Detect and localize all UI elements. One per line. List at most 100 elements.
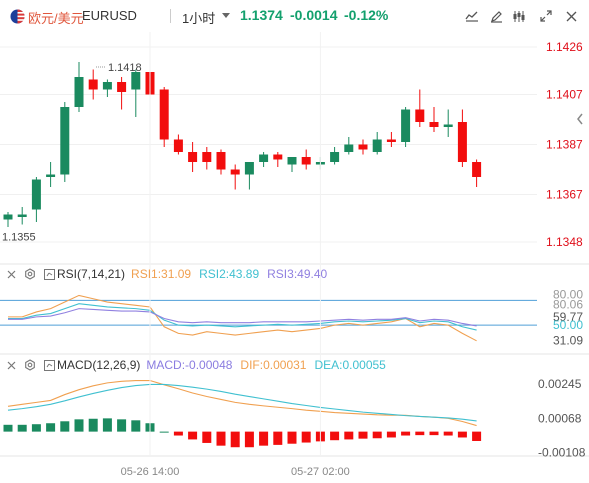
settings-icon[interactable] [23,267,37,281]
price-axis-label: 1.1407 [546,88,583,102]
macd-value: MACD:-0.00048 [146,358,233,372]
macd-histogram-bar [273,431,283,445]
rsi-line [8,303,477,331]
price-axis-label: 1.1367 [546,188,583,202]
rsi3-value: RSI3:49.40 [267,267,328,281]
macd-histogram-bar [102,418,112,432]
candle-body [344,144,354,152]
macd-histogram-bar [287,431,297,444]
macd-histogram-bar [259,431,269,446]
candle-body [372,139,382,152]
chart-toolbar: 欧元/美元 EURUSD 1小时 1.1374 -0.0014 -0.12% [0,0,589,32]
macd-histogram-bar [117,419,127,432]
candle-body [188,152,198,162]
macd-histogram-bar [3,424,13,432]
macd-histogram-bar [202,431,212,443]
macd-histogram-bar [301,431,311,443]
macd-histogram-bar [401,431,411,436]
rsi2-value: RSI2:43.89 [199,267,260,281]
pair-name-cn[interactable]: 欧元/美元 [28,8,84,27]
candle-body [202,152,212,162]
macd-histogram-bar [216,431,226,446]
candle-style-icon[interactable] [509,7,529,25]
macd-label: MACD(12,26,9) [57,358,141,372]
price-change-pct: -0.12% [344,7,389,23]
draw-tool-icon[interactable] [462,7,482,25]
low-price-label: 1.1355 [2,232,36,244]
candle-body [301,157,311,165]
settings-icon[interactable] [23,358,37,372]
rsi-header: RSI(7,14,21) RSI1:31.09 RSI2:43.89 RSI3:… [4,267,335,281]
symbol-code[interactable]: EURUSD [82,8,137,23]
rsi-axis-label: 31.09 [553,334,583,348]
price-axis-label: 1.1348 [546,235,583,249]
macd-histogram-bar [244,431,254,448]
close-icon[interactable] [4,358,18,372]
indicator-box-icon[interactable] [42,358,56,372]
candle-body [330,152,340,162]
candle-body [17,214,27,217]
macd-histogram-bar [344,431,354,440]
macd-histogram-bar [330,431,340,441]
dif-value: DIF:0.00031 [240,358,307,372]
chevron-down-icon[interactable] [222,13,230,18]
candle-body [102,82,112,90]
candle-body [244,162,254,175]
candle-body [443,124,453,127]
macd-histogram-bar [372,431,382,439]
macd-histogram-bar [358,431,368,439]
rsi-label: RSI(7,14,21) [57,267,126,281]
dea-value: DEA:0.00055 [314,358,386,372]
macd-histogram-bar [131,420,141,432]
candle-body [216,152,226,170]
candle-body [3,214,13,220]
macd-histogram-bar [443,431,453,436]
macd-axis-label: 0.00068 [538,411,582,425]
candle-body [287,157,297,165]
rsi-line [8,308,477,327]
rsi-axis-label: 50.00 [553,318,583,332]
candle-body [60,107,70,175]
candle-body [259,154,269,162]
macd-histogram-bar [230,431,240,448]
macd-histogram-bar [415,431,425,436]
candle-body [457,122,467,162]
macd-histogram-bar [46,423,56,432]
macd-histogram-bar [159,431,169,433]
candle-body [74,77,84,107]
close-icon[interactable] [4,267,18,281]
candle-body [88,79,98,90]
time-axis-label: 05-27 02:00 [291,466,350,478]
macd-histogram-bar [60,421,70,432]
macd-histogram-bar [17,424,27,432]
candle-body [159,89,169,140]
macd-header: MACD(12,26,9) MACD:-0.00048 DIF:0.00031 … [4,358,394,372]
candle-body [117,82,127,92]
macd-histogram-bar [188,431,198,440]
candle-body [31,179,41,210]
fullscreen-icon[interactable] [536,7,556,25]
macd-axis-label: 0.00245 [538,377,582,391]
candle-body [386,139,396,142]
macd-histogram-bar [386,431,396,438]
toolbar-divider [170,9,171,23]
high-price-label: 1.1418 [108,62,142,74]
time-axis-label: 05-26 14:00 [121,466,180,478]
candle-body [429,122,439,127]
macd-histogram-bar [31,424,41,432]
indicator-box-icon[interactable] [42,267,56,281]
price-change: -0.0014 [290,7,338,23]
candle-body [46,174,56,177]
candle-body [273,154,283,160]
last-price: 1.1374 [240,7,283,23]
candle-body [230,169,240,175]
interval-selector[interactable]: 1小时 [182,8,215,27]
candle-body [472,162,482,177]
edit-icon[interactable] [486,7,506,25]
macd-axis-label: -0.00108 [538,446,586,460]
chart-canvas[interactable]: 1.1426 1.1407 1.1387 1.1367 1.1348 1.1418 1.13… [0,32,589,483]
macd-histogram-bar [173,431,183,436]
price-axis-label: 1.1387 [546,138,583,152]
close-icon[interactable] [561,7,581,25]
chevron-left-icon[interactable] [575,112,585,126]
